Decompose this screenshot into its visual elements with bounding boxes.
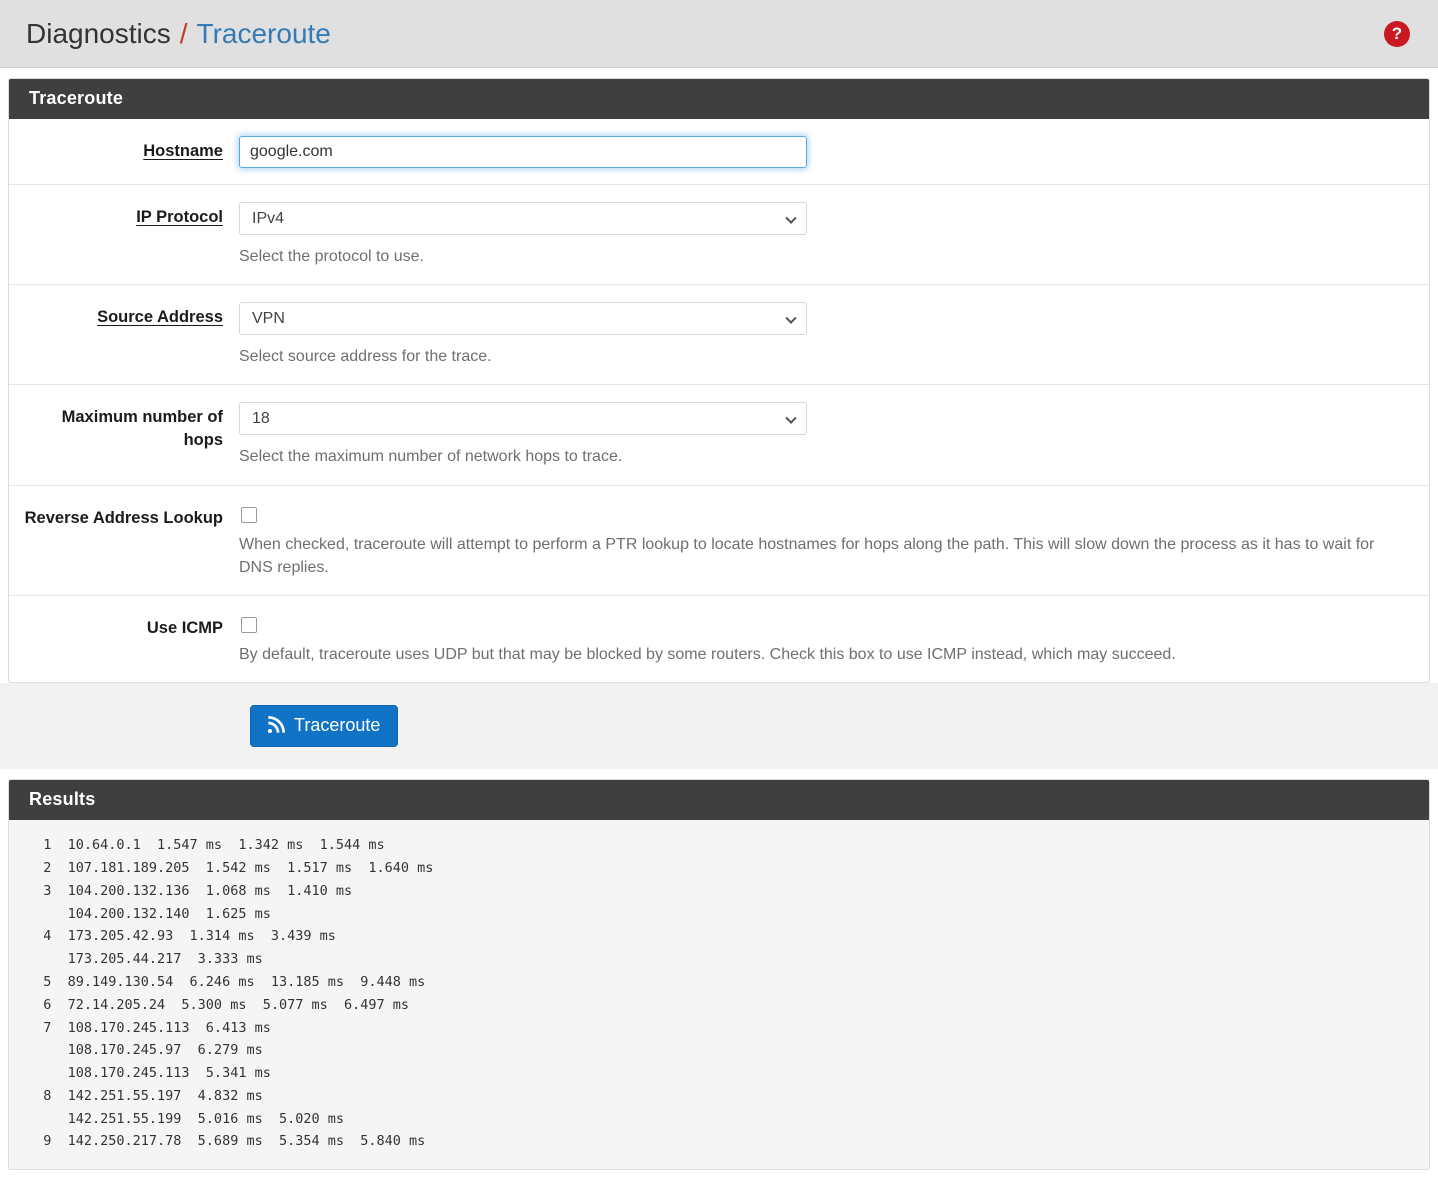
breadcrumb-bar: Diagnostics / Traceroute ?: [0, 0, 1438, 68]
form-row-reverse-lookup: Reverse Address Lookup When checked, tra…: [9, 486, 1429, 596]
traceroute-page: Diagnostics / Traceroute ? Traceroute Ho…: [0, 0, 1438, 1200]
form-row-source-address: Source Address VPN Select source address…: [9, 285, 1429, 386]
form-row-use-icmp: Use ICMP By default, traceroute uses UDP…: [9, 596, 1429, 682]
traceroute-form-panel: Traceroute Hostname IP Protocol: [8, 78, 1430, 684]
form-row-ip-protocol: IP Protocol IPv4 Select the protocol to …: [9, 185, 1429, 286]
help-icon[interactable]: ?: [1384, 20, 1410, 47]
form-row-hostname: Hostname: [9, 119, 1429, 185]
reverse-lookup-help: When checked, traceroute will attempt to…: [239, 535, 1375, 576]
traceroute-panel-title: Traceroute: [9, 79, 1429, 119]
source-address-help: Select source address for the trace.: [239, 348, 492, 366]
max-hops-select-wrap: 18: [239, 402, 807, 436]
breadcrumb-root[interactable]: Diagnostics: [26, 18, 171, 50]
use-icmp-help: By default, traceroute uses UDP but that…: [239, 645, 1176, 663]
rss-icon: [267, 716, 285, 734]
source-address-label: Source Address: [97, 308, 223, 327]
source-address-select[interactable]: VPN: [239, 302, 807, 336]
hostname-input[interactable]: [239, 136, 807, 168]
results-panel-title: Results: [9, 780, 1429, 821]
breadcrumb-separator: /: [179, 17, 188, 49]
traceroute-submit-label: Traceroute: [294, 715, 381, 736]
ip-protocol-label: IP Protocol: [136, 208, 223, 226]
use-icmp-label: Use ICMP: [146, 618, 223, 637]
breadcrumb-current[interactable]: Traceroute: [197, 18, 331, 50]
reverse-lookup-checkbox[interactable]: [241, 506, 257, 523]
max-hops-label: Maximum number of hops: [61, 408, 223, 449]
traceroute-output: 1 10.64.0.1 1.547 ms 1.342 ms 1.544 ms 2…: [43, 837, 434, 1150]
breadcrumb: Diagnostics / Traceroute: [26, 18, 331, 50]
source-address-select-wrap: VPN: [239, 302, 807, 336]
ip-protocol-help: Select the protocol to use.: [239, 248, 424, 265]
ip-protocol-select[interactable]: IPv4: [239, 202, 807, 235]
traceroute-form-body: Hostname IP Protocol IPv4: [9, 119, 1429, 683]
max-hops-select[interactable]: 18: [239, 402, 807, 436]
page-bottom-strip: [0, 1170, 1438, 1200]
use-icmp-checkbox[interactable]: [241, 616, 257, 633]
results-panel: Results 1 10.64.0.1 1.547 ms 1.342 ms 1.…: [8, 779, 1430, 1171]
hostname-label: Hostname: [143, 142, 223, 160]
form-row-max-hops: Maximum number of hops 18 Select the max…: [9, 385, 1429, 486]
submit-area: Traceroute: [0, 683, 1438, 770]
max-hops-help: Select the maximum number of network hop…: [239, 448, 623, 466]
ip-protocol-select-wrap: IPv4: [239, 202, 807, 235]
reverse-lookup-label: Reverse Address Lookup: [24, 508, 223, 527]
results-body: 1 10.64.0.1 1.547 ms 1.342 ms 1.544 ms 2…: [9, 820, 1429, 1170]
traceroute-submit-button[interactable]: Traceroute: [250, 705, 399, 748]
